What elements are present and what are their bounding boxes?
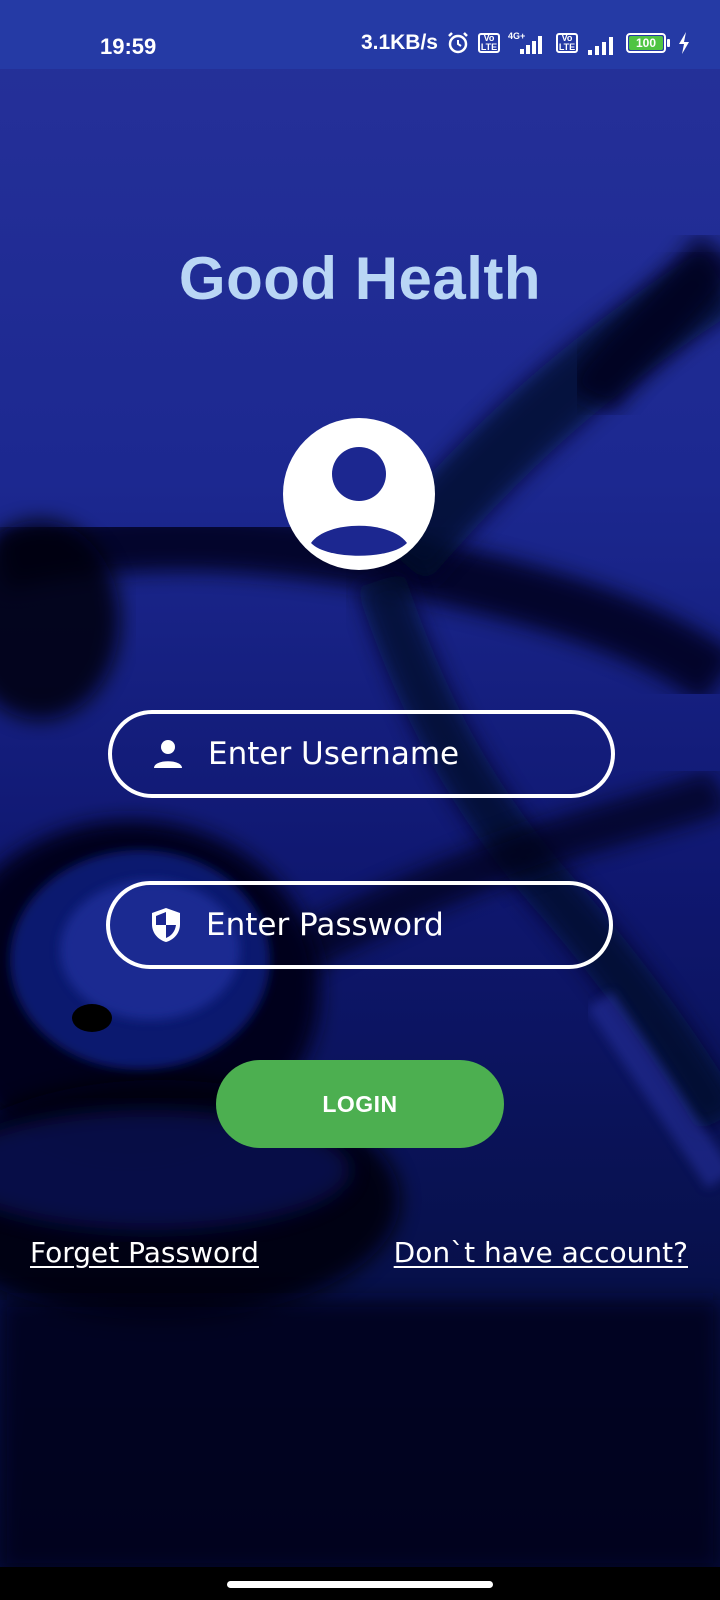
username-field[interactable] <box>108 710 615 798</box>
username-input[interactable] <box>208 714 587 794</box>
login-button[interactable]: LOGIN <box>216 1060 504 1148</box>
navigation-bar <box>0 1567 720 1600</box>
volte-icon-2: Vo LTE <box>556 33 578 53</box>
stethoscope-background-image <box>0 233 720 1570</box>
battery-icon: 100 <box>626 33 670 53</box>
login-screen: 19:59 3.1KB/s Vo LTE 4G+ Vo LTE 100 Good… <box>0 0 720 1600</box>
forget-password-link[interactable]: Forget Password <box>30 1236 259 1269</box>
password-field[interactable] <box>106 881 613 969</box>
svg-text:4G+: 4G+ <box>508 31 525 41</box>
battery-level: 100 <box>629 36 663 50</box>
status-icons: 3.1KB/s Vo LTE 4G+ Vo LTE 100 <box>361 30 690 56</box>
password-input[interactable] <box>206 885 585 965</box>
network-speed: 3.1KB/s <box>360 31 438 54</box>
person-icon <box>152 738 184 770</box>
status-bar: 19:59 3.1KB/s Vo LTE 4G+ Vo LTE 100 <box>0 0 720 69</box>
user-avatar-icon <box>283 418 435 570</box>
lightning-bolt-icon <box>678 32 690 54</box>
status-time: 19:59 <box>100 34 157 59</box>
alarm-clock-icon <box>446 31 470 55</box>
signup-link[interactable]: Don`t have account? <box>394 1236 688 1269</box>
signal-icon <box>586 31 618 55</box>
home-indicator[interactable] <box>227 1581 493 1588</box>
app-title: Good Health <box>178 245 542 312</box>
shield-icon <box>150 908 182 942</box>
volte-icon: Vo LTE <box>478 33 500 53</box>
signal-4g-icon: 4G+ <box>508 30 548 56</box>
